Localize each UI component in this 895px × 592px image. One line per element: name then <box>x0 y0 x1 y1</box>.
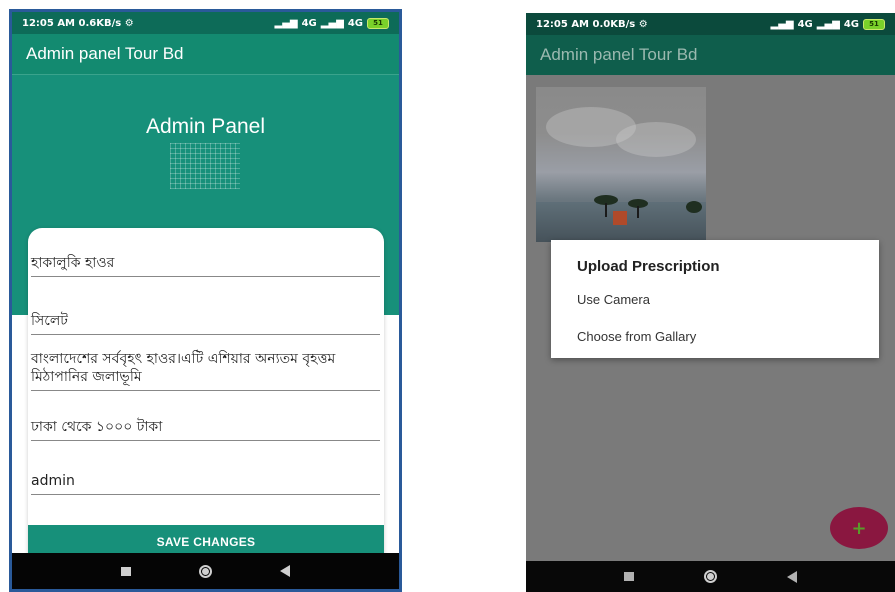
battery-level: 51 <box>869 19 879 28</box>
home-icon[interactable] <box>199 564 212 578</box>
status-left: 12:05 AM 0.0KB/s ⚙ <box>536 19 648 30</box>
app-bar: Admin panel Tour Bd <box>526 35 895 75</box>
app-title: Admin panel Tour Bd <box>26 44 184 63</box>
home-icon[interactable] <box>704 570 717 583</box>
plus-icon: + <box>851 517 867 539</box>
admin-field[interactable]: admin <box>31 472 380 495</box>
battery-icon: 51 <box>863 18 885 30</box>
signal-icon-2: ▂▄▆ <box>816 18 840 30</box>
description-field[interactable]: বাংলাদেশের সর্ববৃহৎ হাওর।এটি এশিয়ার অন্… <box>31 350 380 391</box>
signal-icon: ▂▄▆ <box>770 18 794 30</box>
dialog-title: Upload Prescription <box>577 258 720 275</box>
status-speed: 0.6KB/s <box>78 17 122 29</box>
phone-screen-upload: 12:05 AM 0.0KB/s ⚙ ▂▄▆ 4G ▂▄▆ 4G 51 Admi… <box>526 13 895 592</box>
signal-icon-2: ▂▄▆ <box>320 17 344 29</box>
status-right: ▂▄▆ 4G ▂▄▆ 4G 51 <box>274 17 389 29</box>
network-label-2: 4G <box>843 18 859 30</box>
recents-icon[interactable] <box>624 572 634 581</box>
status-left: 12:05 AM 0.6KB/s ⚙ <box>22 18 134 29</box>
status-right: ▂▄▆ 4G ▂▄▆ 4G 51 <box>770 18 885 30</box>
battery-icon: 51 <box>367 17 389 29</box>
place-name-field[interactable]: হাকালুকি হাওর <box>31 254 380 277</box>
status-bar: 12:05 AM 0.0KB/s ⚙ ▂▄▆ 4G ▂▄▆ 4G 51 <box>526 13 895 35</box>
status-speed: 0.0KB/s <box>592 18 636 30</box>
status-bar: 12:05 AM 0.6KB/s ⚙ ▂▄▆ 4G ▂▄▆ 4G 51 <box>12 12 399 34</box>
choose-gallery-option[interactable]: Choose from Gallary <box>577 329 696 344</box>
nav-bar <box>12 553 399 589</box>
settings-icon: ⚙ <box>638 18 648 30</box>
cost-field[interactable]: ঢাকা থেকে ১০০০ টাকা <box>31 418 380 441</box>
place-thumbnail-image[interactable] <box>536 87 706 242</box>
signal-icon: ▂▄▆ <box>274 17 298 29</box>
back-icon[interactable] <box>280 565 290 577</box>
use-camera-option[interactable]: Use Camera <box>577 292 650 307</box>
panel-title: Admin Panel <box>145 115 266 138</box>
app-bar: Admin panel Tour Bd <box>12 34 399 74</box>
status-time: 12:05 AM <box>22 17 76 29</box>
recents-icon[interactable] <box>121 566 131 576</box>
settings-icon: ⚙ <box>124 17 134 29</box>
app-title: Admin panel Tour Bd <box>540 45 698 64</box>
upload-dialog: Upload Prescription Use Camera Choose fr… <box>551 240 879 358</box>
network-label-2: 4G <box>347 17 363 29</box>
grid-logo-icon <box>170 143 240 189</box>
phone-screen-edit: 12:05 AM 0.6KB/s ⚙ ▂▄▆ 4G ▂▄▆ 4G 51 Admi… <box>9 9 402 592</box>
boat-shape <box>613 211 627 225</box>
nav-bar <box>526 561 895 592</box>
location-field[interactable]: সিলেট <box>31 312 380 335</box>
cloud-shape <box>616 122 696 157</box>
edit-form-card: হাকালুকি হাওর সিলেট বাংলাদেশের সর্ববৃহৎ … <box>28 228 384 558</box>
add-fab-button[interactable]: + <box>830 507 888 549</box>
tree-trunk <box>605 203 607 217</box>
network-label: 4G <box>301 17 317 29</box>
network-label: 4G <box>797 18 813 30</box>
tree-shape <box>686 201 702 213</box>
status-time: 12:05 AM <box>536 18 590 30</box>
back-icon[interactable] <box>787 570 797 583</box>
battery-level: 51 <box>373 18 383 27</box>
tree-trunk <box>637 206 639 218</box>
